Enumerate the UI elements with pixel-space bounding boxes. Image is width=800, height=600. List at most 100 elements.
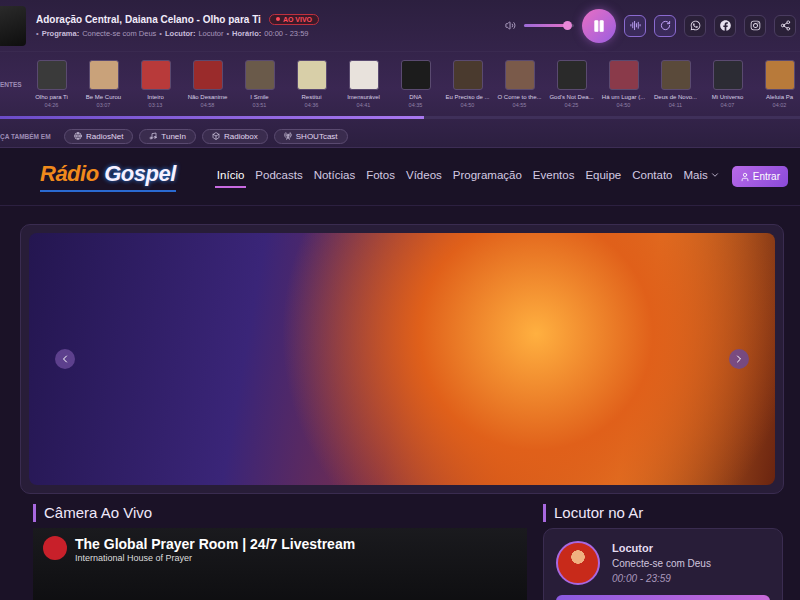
track-item[interactable]: Restitui 04:36	[286, 60, 337, 108]
track-title: Há um Lugar (...	[602, 94, 645, 100]
share-button[interactable]	[774, 15, 796, 37]
volume-icon	[505, 20, 516, 31]
volume-slider[interactable]	[524, 24, 574, 27]
track-item[interactable]: Eu Preciso de ...04:50	[442, 60, 493, 108]
program-details: •Programa:Conecte-se com Deus•Locutor:Lo…	[36, 29, 495, 38]
track-cover	[765, 60, 795, 90]
track-item[interactable]: Olho para Ti04:26	[26, 60, 77, 108]
reload-button[interactable]	[654, 15, 676, 37]
also-on-label: ÇA TAMBÉM EM	[0, 133, 58, 140]
equalizer-button[interactable]	[624, 15, 646, 37]
nav-item[interactable]: Notícias	[312, 165, 358, 188]
camera-column: Câmera Ao Vivo The Global Prayer Room | 2…	[33, 504, 527, 600]
program-time: 00:00 - 23:59	[612, 573, 711, 584]
on-air-info: LocutorConecte-se com Deus00:00 - 23:59	[612, 542, 711, 584]
detail-value: Locutor	[198, 29, 223, 38]
track-time: 03:07	[97, 102, 111, 108]
nav-item[interactable]: Equipe	[583, 165, 623, 188]
track-cover	[557, 60, 587, 90]
track-cover	[349, 60, 379, 90]
login-button[interactable]: Entrar	[732, 166, 788, 187]
channel-logo	[43, 536, 67, 560]
nav-item[interactable]: Fotos	[364, 165, 397, 188]
player-header: Adoração Central, Daiana Celano - Olho p…	[0, 0, 800, 148]
whatsapp-icon	[690, 20, 701, 31]
track-title: Inteiro	[147, 94, 164, 100]
track-title: I Smile	[250, 94, 268, 100]
track-time: 04:58	[201, 102, 215, 108]
title-row: Adoração Central, Daiana Celano - Olho p…	[36, 14, 495, 25]
live-badge: AO VIVO	[269, 14, 319, 25]
track-title: Não Desanime	[188, 94, 228, 100]
track-item[interactable]: Deus de Novo... 04:11	[650, 60, 701, 108]
track-time: 04:35	[409, 102, 423, 108]
now-playing-cover	[0, 6, 26, 46]
next-slide-button[interactable]	[729, 349, 749, 369]
track-list: Olho para Ti04:26Be Me Curou03:07Inteiro…	[26, 60, 800, 108]
hero-banner	[29, 233, 775, 485]
track-time: 03:13	[149, 102, 163, 108]
nav-item[interactable]: Início	[215, 165, 247, 188]
reload-icon	[660, 20, 671, 31]
hero-card	[20, 224, 784, 494]
service-pill[interactable]: SHOUTcast	[274, 129, 348, 144]
camera-heading: Câmera Ao Vivo	[33, 504, 527, 522]
chevron-right-icon	[733, 353, 745, 365]
now-playing-info: Adoração Central, Daiana Celano - Olho p…	[36, 14, 495, 38]
nav-menu: Início Podcasts Notícias Fotos Vídeos Program…	[215, 165, 722, 188]
share-icon	[780, 20, 791, 31]
track-item[interactable]: Mi Universo04:07	[702, 60, 753, 108]
track-time: 04:36	[305, 102, 319, 108]
progress-fill	[0, 116, 424, 119]
pause-icon	[592, 19, 606, 33]
track-item[interactable]: Inteiro 03:13	[130, 60, 181, 108]
service-pill[interactable]: RadiosNet	[64, 129, 133, 144]
track-item[interactable]: Be Me Curou03:07	[78, 60, 129, 108]
play-pause-button[interactable]	[582, 9, 616, 43]
volume-thumb[interactable]	[563, 21, 572, 30]
track-item[interactable]: I Smile03:51	[234, 60, 285, 108]
on-air-row: LocutorConecte-se com Deus00:00 - 23:59	[556, 541, 770, 585]
chevron-left-icon	[59, 353, 71, 365]
instagram-icon	[750, 20, 761, 31]
video-channel: International House of Prayer	[75, 553, 355, 563]
separator: •	[36, 29, 39, 38]
track-title: Restitui	[301, 94, 321, 100]
track-time: 04:50	[617, 102, 631, 108]
live-video[interactable]: The Global Prayer Room | 24/7 Livestream…	[33, 528, 527, 600]
instagram-button[interactable]	[744, 15, 766, 37]
track-item[interactable]: God's Not Dea...04:25	[546, 60, 597, 108]
service-icon	[284, 132, 292, 140]
on-air-heading: Locutor no Ar	[543, 504, 783, 522]
whatsapp-button[interactable]	[684, 15, 706, 37]
track-item[interactable]: Não Desanime 04:58	[182, 60, 233, 108]
nav-item[interactable]: Eventos	[531, 165, 577, 188]
main-nav: Rádio Gospel Início Podcasts Notícias Fotos V…	[0, 148, 800, 206]
track-item[interactable]: Imensurável04:41	[338, 60, 389, 108]
bottom-section: Câmera Ao Vivo The Global Prayer Room | 2…	[0, 504, 800, 600]
service-pill[interactable]: TuneIn	[139, 129, 196, 144]
track-time: 04:11	[669, 102, 682, 108]
nav-item[interactable]: Programação	[451, 165, 524, 188]
service-icon	[74, 132, 82, 140]
nav-item[interactable]: Vídeos	[404, 165, 444, 188]
separator: •	[226, 29, 229, 38]
track-item[interactable]: Há um Lugar (... 04:50	[598, 60, 649, 108]
prev-slide-button[interactable]	[55, 349, 75, 369]
track-item[interactable]: DNA04:35	[390, 60, 441, 108]
track-title: Deus de Novo...	[654, 94, 697, 100]
also-on-row: ÇA TAMBÉM EM RadiosNet TuneIn Radiobox SHOUT…	[0, 124, 800, 148]
nav-item[interactable]: Podcasts	[253, 165, 304, 188]
track-cover	[713, 60, 743, 90]
track-cover	[661, 60, 691, 90]
nav-item[interactable]: Mais	[681, 165, 721, 188]
site-logo[interactable]: Rádio Gospel	[40, 161, 176, 192]
service-pill[interactable]: Radiobox	[202, 129, 268, 144]
facebook-button[interactable]	[714, 15, 736, 37]
track-item[interactable]: Aleluia Pa04:02	[754, 60, 800, 108]
listen-bar[interactable]	[556, 595, 770, 600]
nav-item[interactable]: Contato	[630, 165, 674, 188]
host-name: Locutor	[612, 542, 711, 554]
track-item[interactable]: O Come to the...04:55	[494, 60, 545, 108]
track-time: 04:02	[773, 102, 787, 108]
